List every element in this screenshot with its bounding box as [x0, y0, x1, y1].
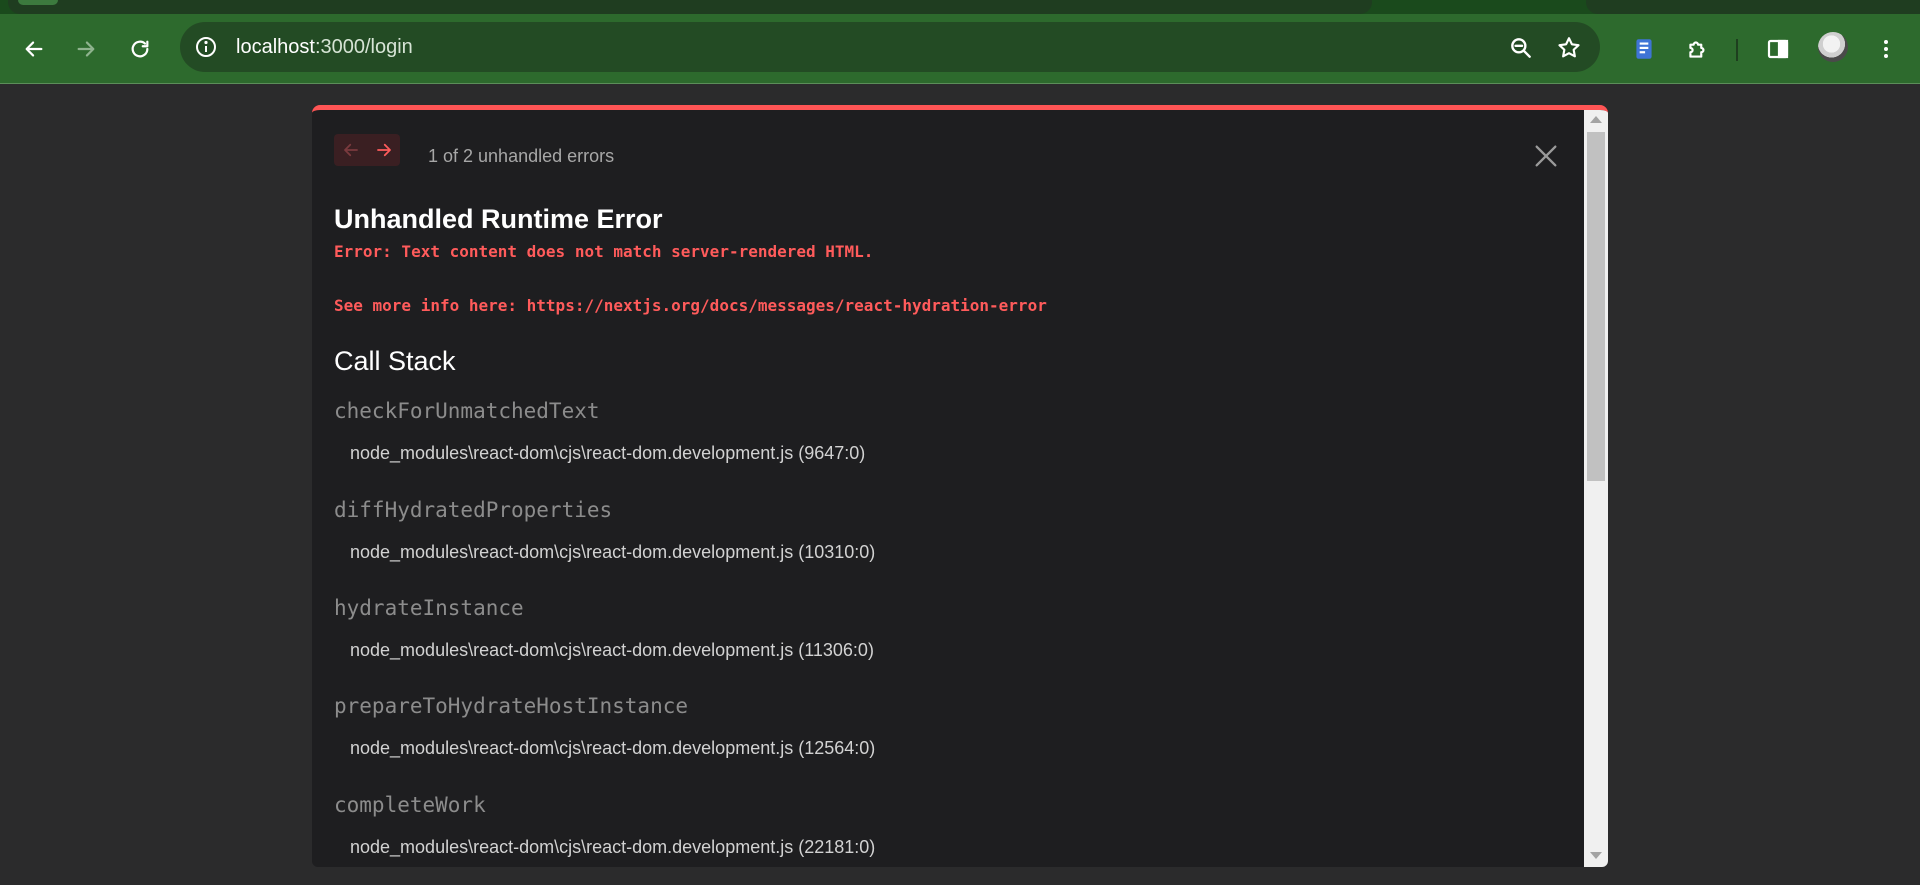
- scroll-up-arrow-icon[interactable]: [1590, 116, 1602, 123]
- url-text[interactable]: localhost:3000/login: [236, 35, 413, 59]
- arrow-right-icon: [376, 143, 391, 157]
- scroll-down-arrow-icon[interactable]: [1590, 852, 1602, 859]
- stack-frame[interactable]: diffHydratedProperties node_modules\reac…: [334, 497, 1534, 563]
- toolbar-divider: [1736, 39, 1738, 61]
- error-overlay-content: 1 of 2 unhandled errors Unhandled Runtim…: [312, 110, 1584, 867]
- arrow-right-icon: [77, 41, 95, 57]
- browser-menu-button[interactable]: [1868, 31, 1904, 67]
- book-icon: [1636, 39, 1652, 59]
- error-info-link[interactable]: See more info here: https://nextjs.org/d…: [334, 296, 1047, 316]
- next-error-button[interactable]: [367, 134, 400, 166]
- previous-error-button[interactable]: [334, 134, 367, 166]
- puzzle-icon: [1689, 41, 1705, 58]
- reload-icon: [131, 40, 149, 58]
- stack-frame-location[interactable]: node_modules\react-dom\cjs\react-dom.dev…: [350, 541, 1534, 563]
- scrollbar-thumb[interactable]: [1587, 132, 1605, 481]
- reload-button[interactable]: [120, 29, 160, 69]
- stack-frame-location[interactable]: node_modules\react-dom\cjs\react-dom.dev…: [350, 737, 1534, 759]
- stack-frame[interactable]: completeWork node_modules\react-dom\cjs\…: [334, 792, 1534, 858]
- stack-frame-location[interactable]: node_modules\react-dom\cjs\react-dom.dev…: [350, 836, 1534, 858]
- stack-frame-function: checkForUnmatchedText: [334, 399, 600, 423]
- call-stack-title: Call Stack: [334, 346, 456, 376]
- back-button[interactable]: [14, 29, 54, 69]
- tab-strip-right: [1586, 0, 1920, 14]
- close-icon[interactable]: [1532, 142, 1560, 170]
- extensions-button[interactable]: [1680, 31, 1716, 67]
- arrow-left-icon: [343, 143, 358, 157]
- stack-frame[interactable]: prepareToHydrateHostInstance node_module…: [334, 693, 1534, 759]
- zoom-out-icon[interactable]: [1508, 35, 1534, 61]
- tab-strip: [0, 0, 1920, 14]
- address-bar[interactable]: localhost:3000/login: [180, 22, 1600, 72]
- stack-frame-function: prepareToHydrateHostInstance: [334, 694, 689, 718]
- stack-frame[interactable]: checkForUnmatchedText node_modules\react…: [334, 398, 1534, 464]
- info-icon[interactable]: [194, 35, 218, 59]
- stack-frame-function: hydrateInstance: [334, 596, 524, 620]
- arrow-left-icon: [25, 41, 43, 57]
- kebab-menu-icon: [1884, 40, 1888, 58]
- error-pagination: [334, 134, 400, 166]
- stack-frame-function: diffHydratedProperties: [334, 498, 613, 522]
- url-host: localhost: [236, 36, 315, 58]
- forward-button[interactable]: [66, 29, 106, 69]
- side-panel-button[interactable]: [1760, 31, 1796, 67]
- error-overlay: 1 of 2 unhandled errors Unhandled Runtim…: [312, 105, 1608, 867]
- star-icon[interactable]: [1556, 35, 1582, 61]
- browser-toolbar: localhost:3000/login: [0, 14, 1920, 84]
- tab-indicator: [18, 0, 58, 5]
- stack-frame-location[interactable]: node_modules\react-dom\cjs\react-dom.dev…: [350, 639, 1534, 661]
- extension-book-button[interactable]: [1626, 31, 1662, 67]
- profile-avatar[interactable]: [1818, 32, 1848, 62]
- side-panel-icon: [1767, 39, 1789, 59]
- error-message: Error: Text content does not match serve…: [334, 242, 874, 261]
- error-title: Unhandled Runtime Error: [334, 204, 663, 234]
- overlay-scrollbar[interactable]: [1584, 110, 1608, 867]
- error-count: 1 of 2 unhandled errors: [428, 146, 615, 166]
- stack-frame-function: completeWork: [334, 793, 486, 817]
- stack-frame-location[interactable]: node_modules\react-dom\cjs\react-dom.dev…: [350, 442, 1534, 464]
- stack-frame[interactable]: hydrateInstance node_modules\react-dom\c…: [334, 595, 1534, 661]
- url-path: :3000/login: [314, 36, 413, 58]
- active-tab[interactable]: [8, 0, 1372, 14]
